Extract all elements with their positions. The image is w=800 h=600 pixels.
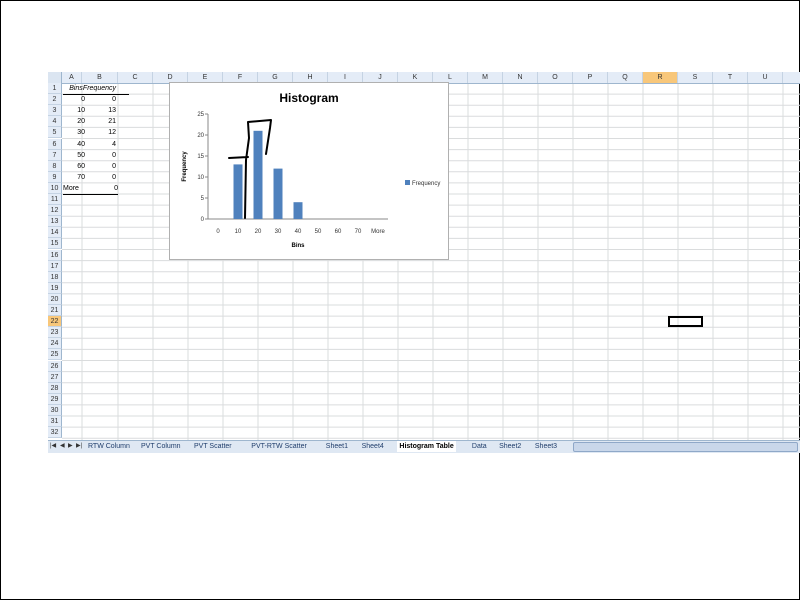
sheet-tab-histogram-table[interactable]: Histogram Table <box>397 441 456 452</box>
sheet-tab-pvt-rtw-scatter[interactable]: PVT-RTW Scatter <box>251 441 307 452</box>
sheet-tab-pvt-column[interactable]: PVT Column <box>141 441 181 452</box>
sheet-tab-sheet1[interactable]: Sheet1 <box>326 441 348 452</box>
sheet-tab-bar: |◀ ◀ ▶ ▶| RTW Column PVT Column PVT Scatte… <box>48 440 800 453</box>
handwriting-annotation <box>228 119 272 219</box>
sheet-tab-sheet4[interactable]: Sheet4 <box>362 441 384 452</box>
sheet-tab-pvt-scatter[interactable]: PVT Scatter <box>194 441 232 452</box>
sheet-tab-sheet2[interactable]: Sheet2 <box>499 441 521 452</box>
first-sheet-nav-icon[interactable]: |◀ <box>50 441 56 452</box>
last-sheet-nav-icon[interactable]: ▶| <box>76 441 82 452</box>
next-sheet-nav-icon[interactable]: ▶ <box>68 441 73 452</box>
active-cell-selection[interactable] <box>668 316 703 327</box>
horizontal-scrollbar[interactable] <box>572 442 798 452</box>
sheet-tab-sheet3[interactable]: Sheet3 <box>535 441 557 452</box>
sheet-tab-rtw-column[interactable]: RTW Column <box>88 441 130 452</box>
sheet-tab-data[interactable]: Data <box>472 441 487 452</box>
prev-sheet-nav-icon[interactable]: ◀ <box>60 441 65 452</box>
